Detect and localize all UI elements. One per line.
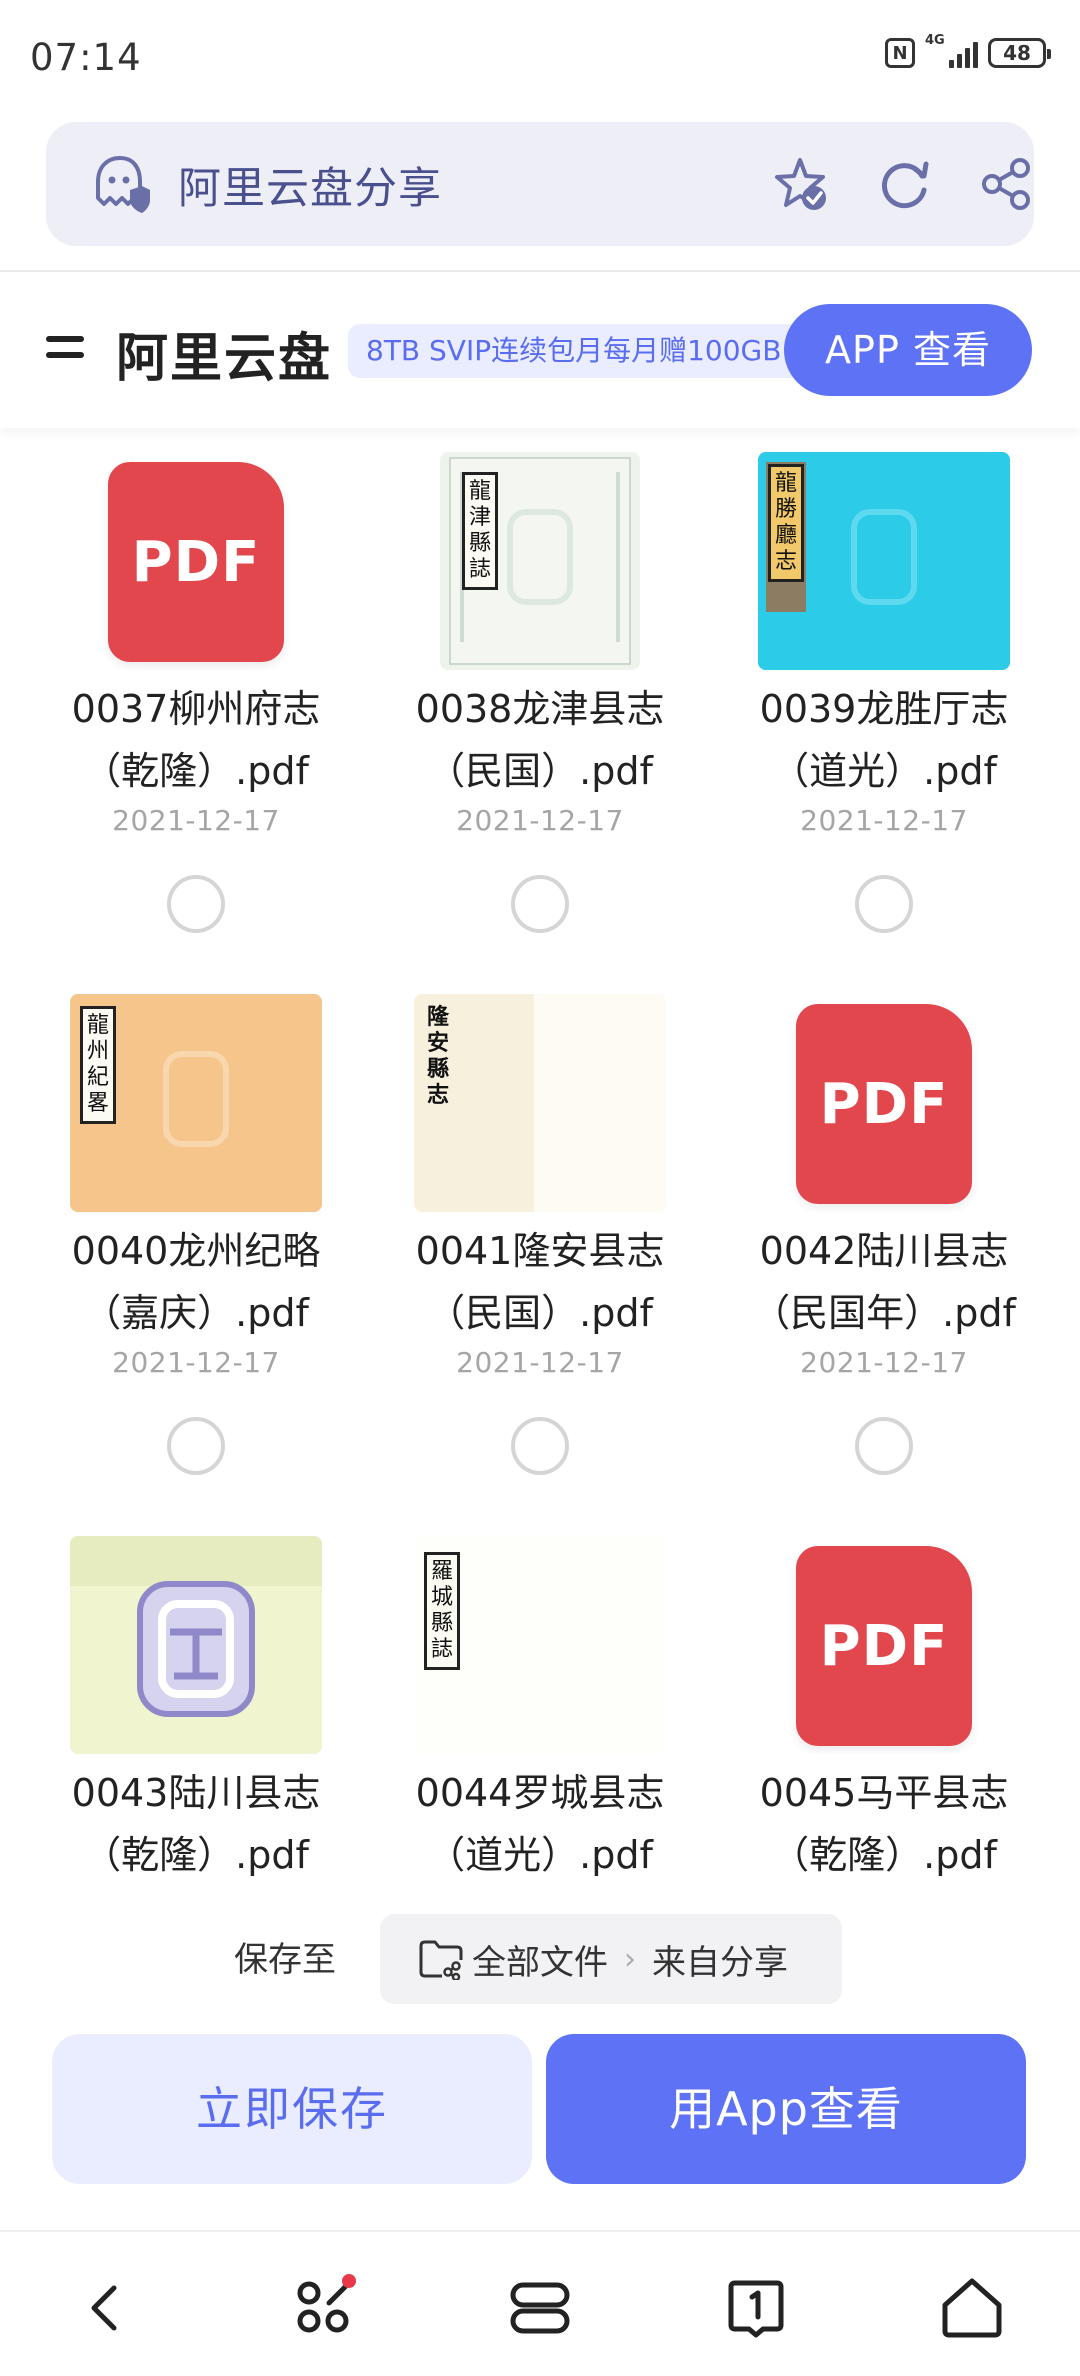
status-icons: N 4G 48 bbox=[885, 34, 1051, 68]
menu-icon[interactable] bbox=[46, 336, 86, 364]
save-path-selector[interactable]: 全部文件 › 来自分享 bbox=[380, 1914, 842, 2004]
app-header: 阿里云盘 8TB SVIP连续包月每月赠100GB APP 查看 bbox=[0, 272, 1080, 428]
file-card[interactable]: PDF 0042陆川县志 （民国年）.pdf 2021-12-17 bbox=[714, 994, 1054, 1475]
browser-nav-bar bbox=[0, 2230, 1080, 2376]
file-date: 2021-12-17 bbox=[800, 1346, 968, 1379]
file-card[interactable]: 隆安縣志 0041隆安县志 （民国）.pdf 2021-12-17 bbox=[370, 994, 710, 1475]
file-name: 0040龙州纪略 （嘉庆）.pdf bbox=[71, 1229, 321, 1335]
select-radio[interactable] bbox=[167, 875, 225, 933]
promo-banner[interactable]: 8TB SVIP连续包月每月赠100GB bbox=[348, 324, 808, 378]
status-time: 07:14 bbox=[30, 36, 142, 79]
file-date: 2021-12-17 bbox=[456, 804, 624, 837]
status-bar: 07:14 N 4G 48 bbox=[0, 0, 1080, 118]
book-title-label: 龍州紀畧 bbox=[80, 1006, 116, 1124]
window-count-icon bbox=[728, 2280, 784, 2338]
back-button[interactable] bbox=[66, 2268, 146, 2348]
file-thumbnail: 隆安縣志 bbox=[414, 994, 666, 1212]
file-thumbnail: PDF bbox=[758, 994, 1010, 1212]
book-title-label: 龍勝廳志 bbox=[768, 464, 804, 582]
action-buttons: 立即保存 用App查看 bbox=[0, 2034, 1080, 2184]
book-title-label: 羅城縣誌 bbox=[424, 1552, 460, 1670]
nfc-icon: N bbox=[885, 38, 915, 68]
brand-title: 阿里云盘 bbox=[116, 329, 333, 389]
file-name: 0039龙胜厅志 （道光）.pdf bbox=[759, 687, 1009, 793]
book-title-label: 龍津縣誌 bbox=[462, 472, 498, 590]
signal-icon: 4G bbox=[925, 34, 978, 68]
file-card[interactable]: 龍津縣誌 0038龙津县志 （民国）.pdf 2021-12-17 bbox=[370, 452, 710, 933]
apps-button[interactable] bbox=[284, 2268, 364, 2348]
file-date: 2021-12-17 bbox=[456, 1346, 624, 1379]
file-name: 0037柳州府志 （乾隆）.pdf bbox=[71, 687, 321, 793]
select-radio[interactable] bbox=[511, 1417, 569, 1475]
path-root: 全部文件 bbox=[472, 1942, 608, 1983]
file-thumbnail: 龍津縣誌 bbox=[440, 452, 640, 670]
save-now-button[interactable]: 立即保存 bbox=[52, 2034, 532, 2184]
page-title: 阿里云盘分享 bbox=[178, 164, 442, 214]
file-date: 2021-12-17 bbox=[112, 1346, 280, 1379]
scan-pattern bbox=[70, 1536, 322, 1754]
file-name: 0044罗城县志 （道光）.pdf bbox=[415, 1771, 665, 1877]
file-thumbnail: 羅城縣誌 bbox=[414, 1536, 666, 1754]
chevron-right-icon: › bbox=[624, 1941, 636, 1977]
file-name: 0038龙津县志 （民国）.pdf bbox=[415, 687, 665, 793]
select-radio[interactable] bbox=[511, 875, 569, 933]
file-thumbnail: 龍州紀畧 bbox=[70, 994, 322, 1212]
save-to-label: 保存至 bbox=[234, 1940, 336, 1980]
pdf-file-icon: PDF bbox=[796, 1546, 972, 1746]
home-button[interactable] bbox=[932, 2268, 1012, 2348]
book-title-label: 隆安縣志 bbox=[426, 1004, 449, 1108]
windows-button[interactable] bbox=[716, 2268, 796, 2348]
pdf-file-icon: PDF bbox=[796, 1004, 972, 1204]
select-radio[interactable] bbox=[855, 1417, 913, 1475]
folder-share-icon bbox=[419, 1940, 463, 1980]
file-card[interactable]: PDF 0037柳州府志 （乾隆）.pdf 2021-12-17 bbox=[26, 452, 366, 933]
file-name: 0043陆川县志 （乾隆）.pdf bbox=[71, 1771, 321, 1877]
file-card[interactable]: 0043陆川县志 （乾隆）.pdf bbox=[26, 1536, 366, 1886]
file-card[interactable]: 羅城縣誌 0044罗城县志 （道光）.pdf bbox=[370, 1536, 710, 1886]
file-card[interactable]: 龍勝廳志 0039龙胜厅志 （道光）.pdf 2021-12-17 bbox=[714, 452, 1054, 933]
browser-url-bar[interactable]: 阿里云盘分享 bbox=[46, 122, 1034, 246]
file-card[interactable]: 龍州紀畧 0040龙州纪略 （嘉庆）.pdf 2021-12-17 bbox=[26, 994, 366, 1475]
tabs-button[interactable] bbox=[500, 2268, 580, 2348]
network-type: 4G bbox=[925, 33, 945, 48]
apps-icon bbox=[297, 2274, 356, 2333]
file-name: 0045马平县志 （乾隆）.pdf bbox=[759, 1771, 1009, 1877]
app-view-button[interactable]: APP 查看 bbox=[784, 304, 1032, 396]
open-in-app-button[interactable]: 用App查看 bbox=[546, 2034, 1026, 2184]
tabs-icon bbox=[510, 2282, 570, 2334]
select-radio[interactable] bbox=[855, 875, 913, 933]
file-name: 0041隆安县志 （民国）.pdf bbox=[415, 1229, 665, 1335]
file-name: 0042陆川县志 （民国年）.pdf bbox=[752, 1229, 1016, 1335]
file-thumbnail: PDF bbox=[758, 1536, 1010, 1754]
file-date: 2021-12-17 bbox=[112, 804, 280, 837]
select-radio[interactable] bbox=[167, 1417, 225, 1475]
favorite-star-icon[interactable] bbox=[770, 154, 830, 214]
save-destination: 保存至 全部文件 › 来自分享 bbox=[0, 1910, 1080, 2004]
home-icon bbox=[942, 2278, 1002, 2338]
refresh-icon[interactable] bbox=[874, 154, 934, 214]
file-thumbnail bbox=[70, 1536, 322, 1754]
file-card[interactable]: PDF 0045马平县志 （乾隆）.pdf bbox=[714, 1536, 1054, 1886]
file-date: 2021-12-17 bbox=[800, 804, 968, 837]
pdf-file-icon: PDF bbox=[108, 462, 284, 662]
battery-icon: 48 bbox=[988, 38, 1051, 68]
file-thumbnail: 龍勝廳志 bbox=[758, 452, 1010, 670]
ghost-shield-icon bbox=[96, 156, 150, 213]
path-child: 来自分享 bbox=[652, 1942, 788, 1983]
file-thumbnail: PDF bbox=[70, 452, 322, 670]
share-icon[interactable] bbox=[976, 154, 1036, 214]
back-arrow-icon bbox=[91, 2285, 117, 2331]
